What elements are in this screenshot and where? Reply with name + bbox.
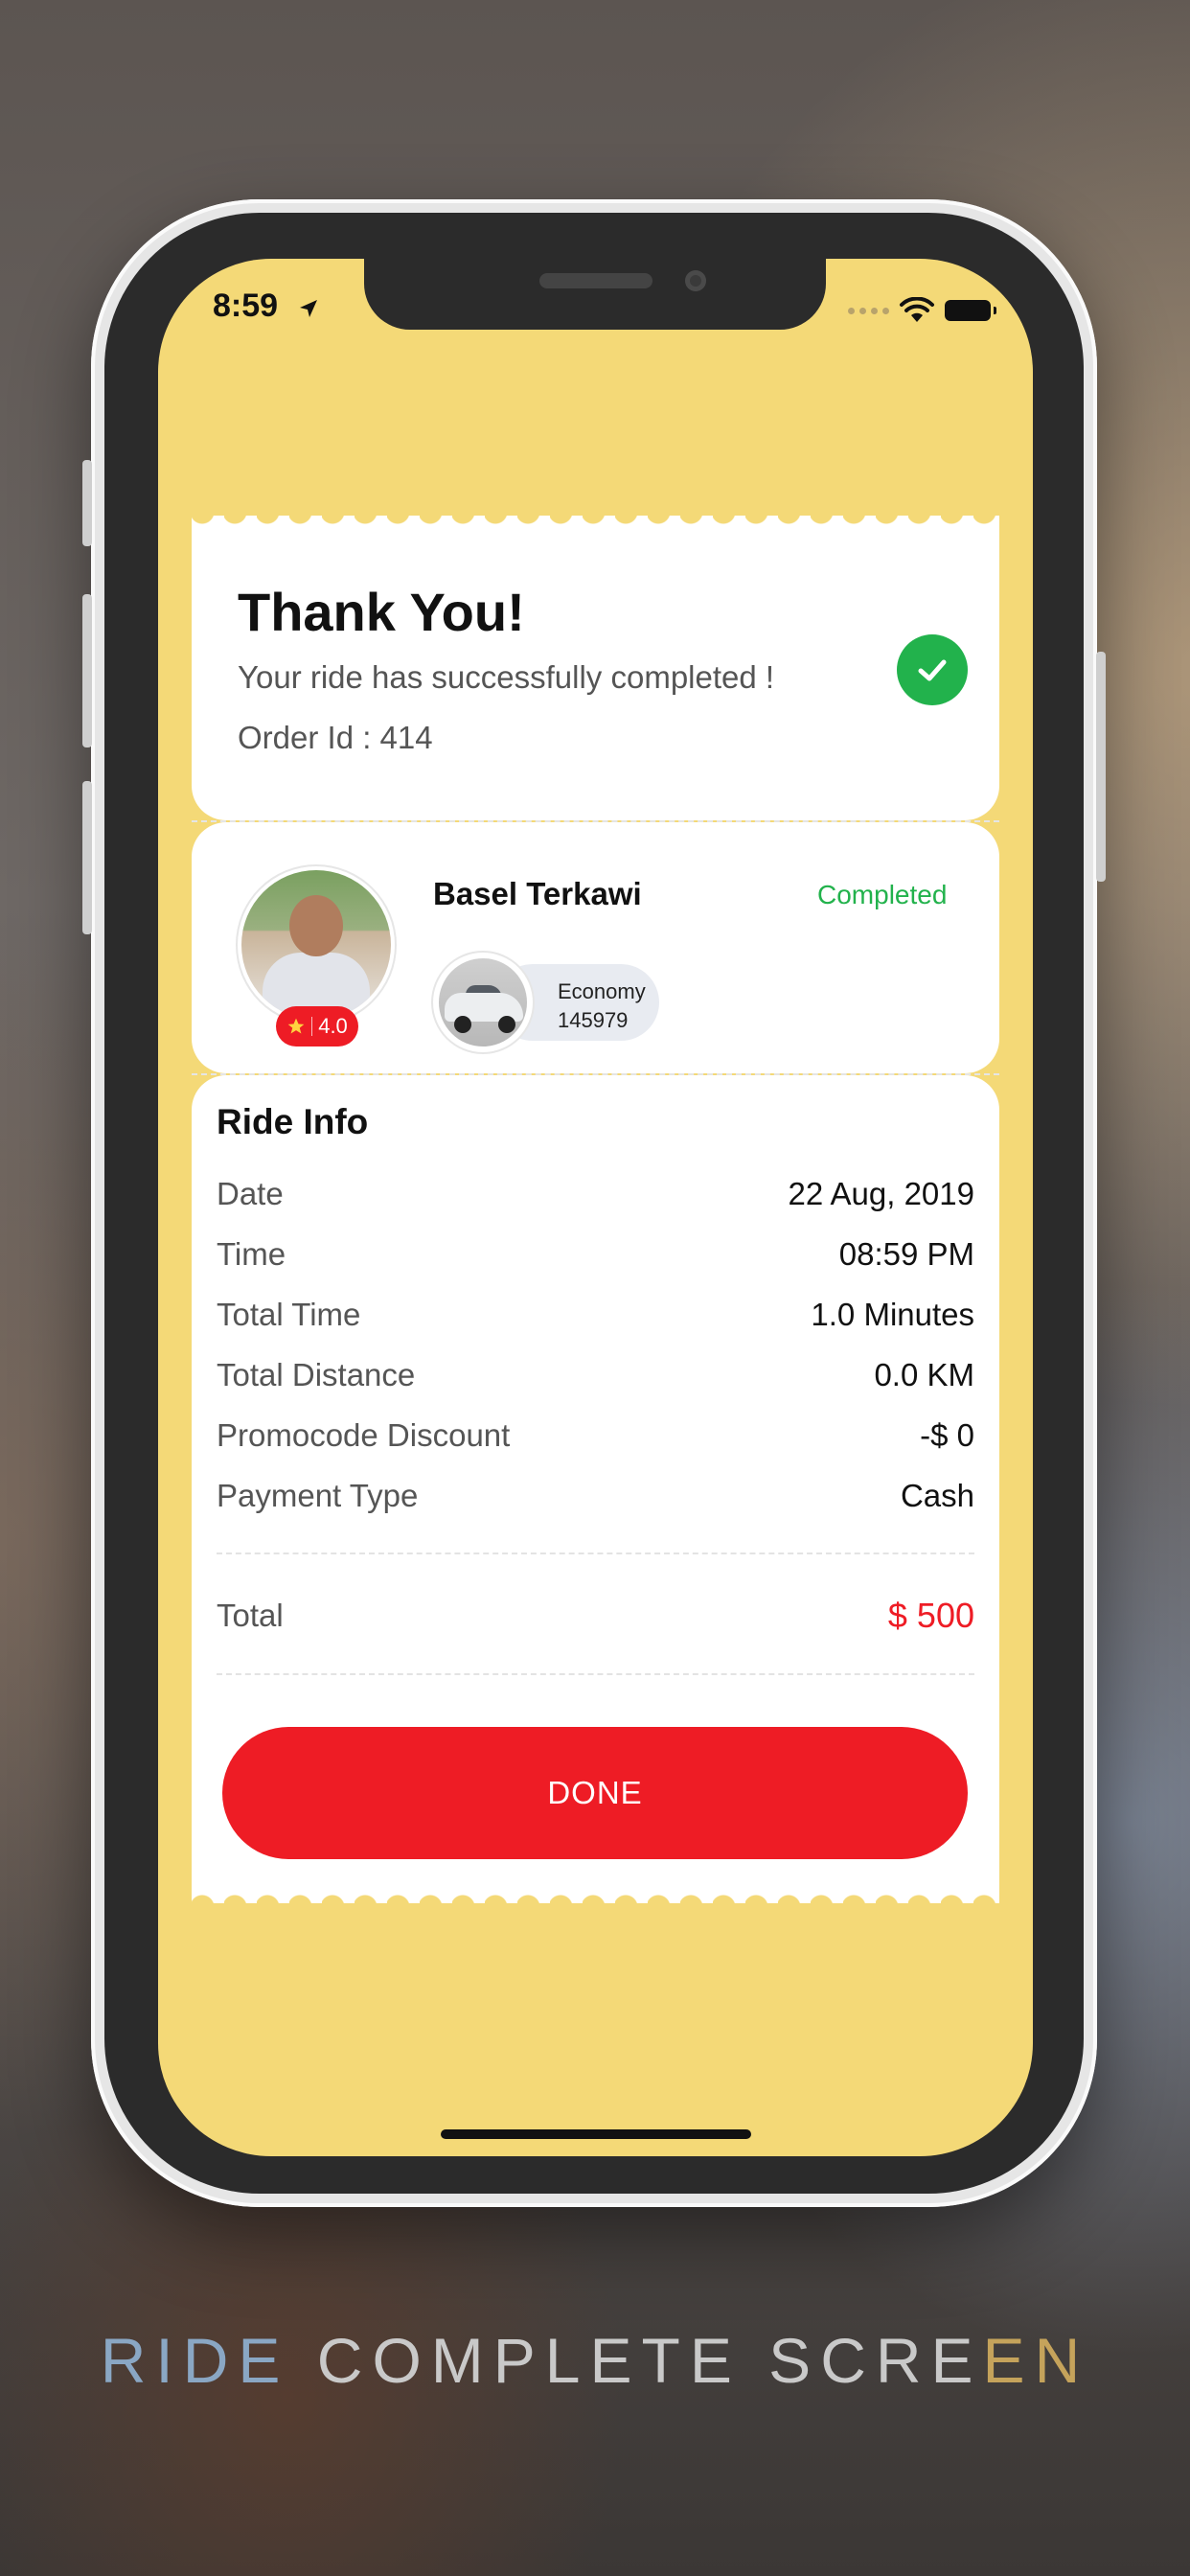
earpiece-speaker	[539, 273, 652, 288]
side-button-power	[1096, 652, 1106, 882]
driver-photo	[241, 870, 391, 1020]
front-camera	[685, 270, 706, 291]
ride-info-row: Total Distance 0.0 KM	[217, 1354, 974, 1396]
vehicle-photo	[433, 953, 533, 1052]
thank-you-card: Thank You! Your ride has successfully co…	[192, 516, 999, 820]
ride-info-card: Ride Info Date 22 Aug, 2019 Time 08:59 P…	[192, 1075, 999, 1903]
ride-info-value: Cash	[900, 1478, 974, 1513]
side-button-volume-down	[82, 781, 92, 934]
vehicle-number: 145979	[558, 1008, 629, 1032]
side-button-volume-up	[82, 594, 92, 748]
driver-rating: 4.0	[318, 1014, 348, 1038]
star-icon	[287, 1018, 305, 1034]
ride-completed-message: Your ride has successfully completed !	[238, 659, 775, 695]
ride-info-row: Payment Type Cash	[217, 1475, 974, 1517]
ride-info-value: -$ 0	[920, 1417, 974, 1453]
checkmark-icon	[897, 634, 968, 705]
driver-name: Basel Terkawi	[433, 876, 642, 911]
ride-status-badge: Completed	[817, 880, 948, 909]
location-arrow-icon	[300, 300, 317, 317]
ride-info-value: 22 Aug, 2019	[788, 1176, 974, 1211]
ride-info-title: Ride Info	[217, 1102, 369, 1141]
signal-dots-icon	[848, 307, 889, 314]
ride-info-value: 0.0 KM	[874, 1357, 974, 1392]
ride-info-row: Time 08:59 PM	[217, 1233, 974, 1276]
ride-info-row: Promocode Discount -$ 0	[217, 1414, 974, 1457]
total-label: Total	[217, 1598, 284, 1633]
ride-info-label: Payment Type	[217, 1478, 419, 1513]
ride-info-value: 08:59 PM	[838, 1236, 974, 1272]
ride-info-label: Promocode Discount	[217, 1417, 511, 1453]
divider	[217, 1552, 974, 1554]
vehicle-info: Economy 145979	[433, 953, 661, 1052]
ride-info-label: Total Time	[217, 1297, 361, 1332]
total-amount: $ 500	[887, 1596, 974, 1635]
battery-icon	[945, 300, 996, 321]
ride-info-value: 1.0 Minutes	[811, 1297, 974, 1332]
ride-info-row: Total Time 1.0 Minutes	[217, 1294, 974, 1336]
ride-info-label: Date	[217, 1176, 284, 1211]
ride-info-label: Total Distance	[217, 1357, 416, 1392]
caption-part-1: RIDE	[100, 2325, 290, 2396]
vehicle-type: Economy	[558, 979, 646, 1003]
notch	[364, 259, 826, 330]
order-id: Order Id : 414	[238, 720, 433, 755]
caption-part-2: COMPLETE SCRE	[289, 2325, 983, 2396]
caption-part-3: EN	[982, 2325, 1090, 2396]
divider	[217, 1673, 974, 1675]
side-button-silent	[82, 460, 92, 546]
done-button[interactable]: DONE	[222, 1727, 968, 1859]
driver-card: 4.0 Basel Terkawi Completed Economy 1459…	[192, 822, 999, 1073]
thank-you-title: Thank You!	[238, 582, 525, 642]
total-row: Total $ 500	[217, 1595, 974, 1637]
status-indicators	[848, 297, 996, 324]
home-indicator[interactable]	[441, 2129, 751, 2139]
driver-rating-badge: 4.0	[276, 1006, 358, 1046]
promo-caption: RIDE COMPLETE SCREEN	[0, 2324, 1190, 2397]
status-time: 8:59	[213, 288, 279, 324]
wifi-icon	[900, 297, 934, 322]
ride-info-label: Time	[217, 1236, 286, 1272]
driver-avatar[interactable]	[238, 866, 395, 1024]
ride-info-row: Date 22 Aug, 2019	[217, 1173, 974, 1215]
